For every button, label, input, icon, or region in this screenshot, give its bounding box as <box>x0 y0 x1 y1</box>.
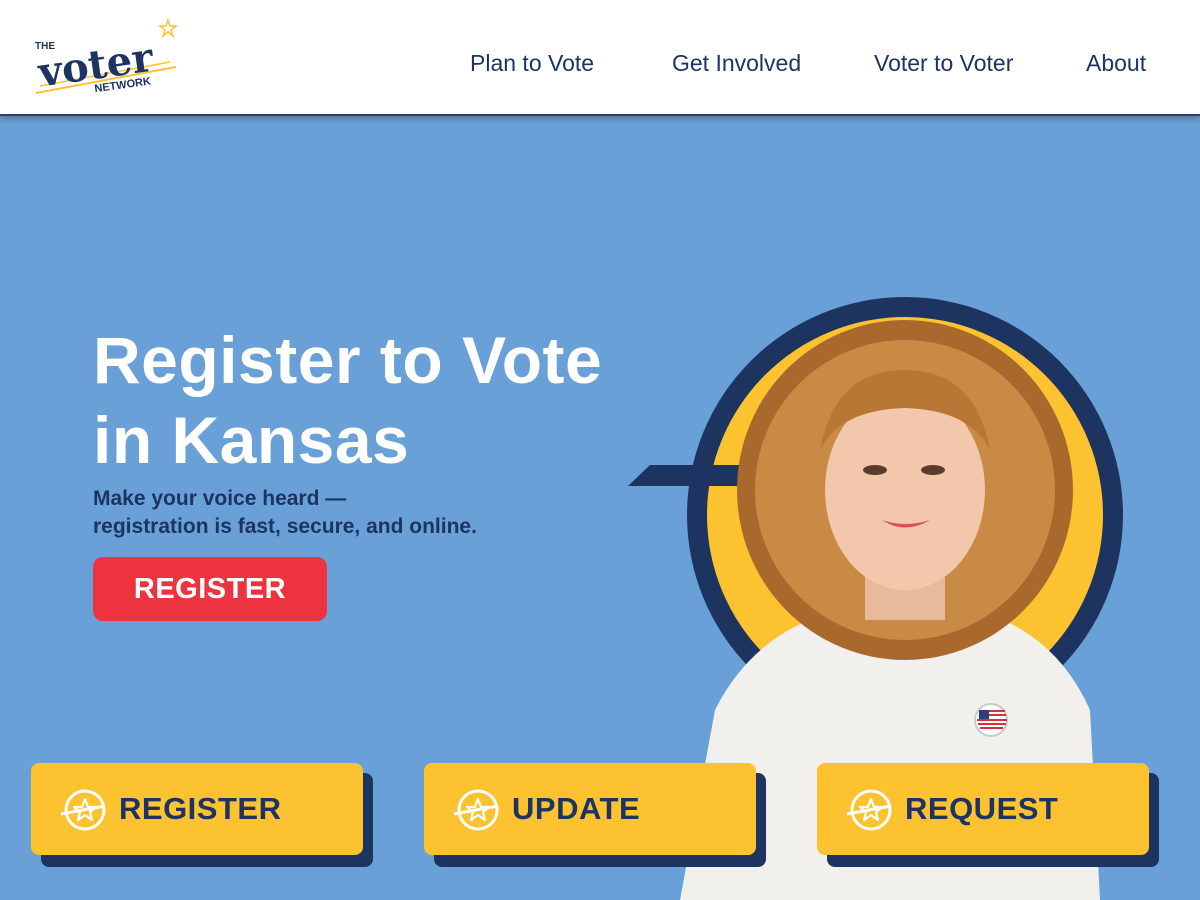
card-label: UPDATE <box>512 791 641 826</box>
nav-get-involved[interactable]: Get Involved <box>672 50 801 77</box>
site-header: THE voter NETWORK Plan to Vote Get Invol… <box>0 0 1200 116</box>
register-card-button[interactable]: REGISTER <box>31 763 373 867</box>
hero-subtitle: Make your voice heard — registration is … <box>93 485 593 541</box>
star-circle-icon <box>60 789 106 831</box>
update-card-button[interactable]: UPDATE <box>424 763 766 867</box>
card-label: REQUEST <box>905 791 1059 826</box>
voter-network-logo[interactable]: THE voter NETWORK <box>30 18 180 98</box>
hero-title-line-1: Register to Vote <box>93 323 603 397</box>
card-body[interactable]: REQUEST <box>817 763 1149 855</box>
hero-subtitle-line-1: Make your voice heard — <box>93 487 347 510</box>
card-label: REGISTER <box>119 791 282 826</box>
star-circle-icon <box>846 789 892 831</box>
nav-plan-to-vote[interactable]: Plan to Vote <box>470 50 594 77</box>
nav-voter-to-voter[interactable]: Voter to Voter <box>874 50 1013 77</box>
hero-subtitle-line-2: registration is fast, secure, and online… <box>93 515 477 538</box>
star-circle-icon <box>453 789 499 831</box>
request-card-button[interactable]: REQUEST <box>817 763 1159 867</box>
nav-about[interactable]: About <box>1086 50 1146 77</box>
card-body[interactable]: UPDATE <box>424 763 756 855</box>
register-cta-button[interactable]: REGISTER <box>93 557 327 621</box>
card-body[interactable]: REGISTER <box>31 763 363 855</box>
hero-title: Register to Vote in Kansas <box>93 320 693 480</box>
hero-title-line-2: in Kansas <box>93 403 410 477</box>
